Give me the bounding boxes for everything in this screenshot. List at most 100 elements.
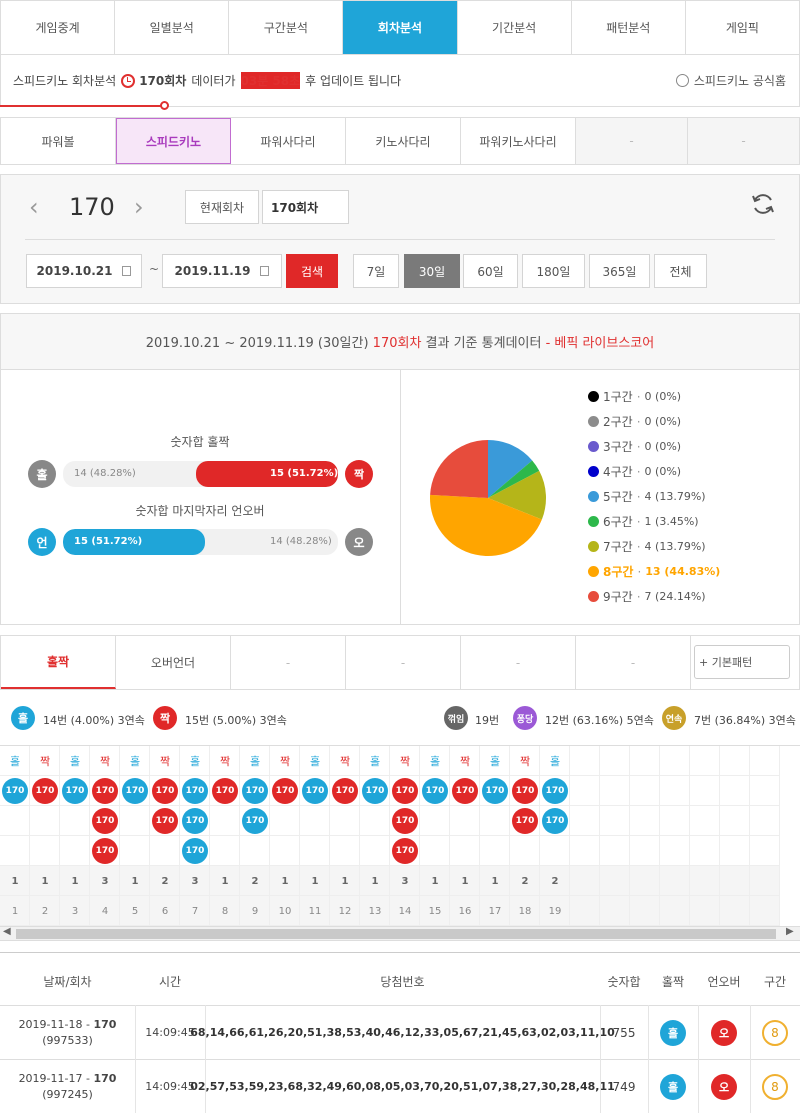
divider	[648, 1005, 649, 1113]
cell-oddeven: 홀	[648, 1060, 698, 1113]
period-180d[interactable]: 180일	[522, 254, 585, 288]
pattern-tab-oddeven[interactable]: 홀짝	[1, 636, 116, 689]
grid-col-count: 2	[251, 876, 259, 887]
result-ball: 170	[182, 838, 208, 864]
grid-cell	[300, 806, 330, 836]
game-tab-powerball[interactable]: 파워볼	[1, 118, 116, 164]
legend-zone: 2구간	[603, 415, 633, 429]
tab-live[interactable]: 게임중계	[1, 1, 116, 54]
grid-cell	[450, 806, 480, 836]
legend-dot	[588, 466, 599, 477]
start-date-input[interactable]: 2019.10.21	[26, 254, 142, 288]
tab-round[interactable]: 회차분석	[343, 1, 458, 54]
main-nav: 게임중계 일별분석 구간분석 회차분석 기간분석 패턴분석 게임픽	[0, 0, 800, 55]
result-ball: 170	[92, 778, 118, 804]
scroll-right-arrow[interactable]: ▶	[786, 926, 794, 937]
grid-col-count: 3	[191, 876, 199, 887]
legend-dot	[588, 391, 599, 402]
grid-cell	[630, 806, 660, 836]
grid-cell	[660, 836, 690, 866]
game-tab-keno-ladder[interactable]: 키노사다리	[346, 118, 461, 164]
grid-cell	[570, 896, 600, 926]
grid-col-count: 3	[101, 876, 109, 887]
grid-col-index: 18	[518, 906, 532, 917]
grid-cell	[240, 836, 270, 866]
period-365d[interactable]: 365일	[589, 254, 650, 288]
stats-header: 2019.10.21 ~ 2019.11.19 (30일간) 170회차 결과 …	[0, 313, 800, 370]
grid-cell	[0, 836, 30, 866]
calendar-icon	[122, 266, 132, 276]
grid-col-index: 19	[548, 906, 562, 917]
result-ball: 170	[392, 838, 418, 864]
prev-round-arrow[interactable]: ‹	[29, 193, 39, 221]
official-home-link[interactable]: 스피드키노 공식홈	[675, 72, 786, 89]
current-round-button[interactable]: 현재회차	[185, 190, 259, 224]
grid-col-header: 짝	[459, 755, 471, 768]
pattern-tab-empty: -	[231, 636, 346, 689]
tab-daily[interactable]: 일별분석	[115, 1, 230, 54]
even-summary-icon: 짝	[153, 706, 177, 730]
grid-col-index: 2	[41, 906, 49, 917]
pattern-tab-overunder[interactable]: 오버언더	[116, 636, 231, 689]
grid-cell	[210, 836, 240, 866]
game-tab-power-ladder[interactable]: 파워사다리	[231, 118, 346, 164]
period-60d[interactable]: 60일	[463, 254, 518, 288]
legend-dot	[588, 441, 599, 452]
legend-dot	[588, 541, 599, 552]
grid-cell	[660, 806, 690, 836]
round-panel: ‹ 170 › 현재회차 170회차 2019.10.21 ~ 2019.11.…	[0, 174, 800, 304]
legend-value: 0 (0%)	[644, 415, 682, 428]
row-id: (997245)	[42, 1087, 93, 1101]
grid-cell	[630, 866, 660, 896]
period-7d[interactable]: 7일	[353, 254, 399, 288]
divider	[400, 370, 401, 624]
grid-cell	[150, 836, 180, 866]
search-button[interactable]: 검색	[286, 254, 338, 288]
grid-cell	[690, 746, 720, 776]
game-tab-speedkeno[interactable]: 스피드키노	[116, 118, 231, 164]
result-ball: 170	[422, 778, 448, 804]
grid-cell	[480, 806, 510, 836]
grid-cell	[570, 806, 600, 836]
basic-pattern-button[interactable]: + 기본패턴	[694, 645, 790, 679]
end-date-input[interactable]: 2019.11.19	[162, 254, 282, 288]
tab-period[interactable]: 기간분석	[458, 1, 572, 54]
grid-cell	[720, 866, 750, 896]
refresh-icon[interactable]	[750, 191, 776, 217]
grid-col-header: 홀	[189, 755, 201, 768]
oddeven-title: 숫자합 홀짝	[170, 435, 230, 449]
break-summary-icon: 꺾임	[444, 706, 468, 730]
grid-cell	[660, 896, 690, 926]
pong-summary-text: 12번 (63.16%) 5연속	[545, 714, 654, 727]
legend-dot	[588, 416, 599, 427]
legend-value: 0 (0%)	[644, 390, 682, 403]
round-input[interactable]: 170회차	[262, 190, 349, 224]
period-all[interactable]: 전체	[654, 254, 707, 288]
scroll-left-arrow[interactable]: ◀	[3, 926, 11, 937]
even-count: 15 (51.72%)	[270, 468, 339, 479]
grid-col-count: 2	[521, 876, 529, 887]
period-30d[interactable]: 30일	[404, 254, 460, 288]
grid-col-header: 짝	[219, 755, 231, 768]
legend-value: 1 (3.45%)	[644, 515, 699, 528]
result-ball: 170	[362, 778, 388, 804]
grid-col-index: 11	[308, 906, 322, 917]
tab-pattern[interactable]: 패턴분석	[572, 1, 686, 54]
over-count: 14 (48.28%)	[270, 536, 332, 547]
legend-value: 13 (44.83%)	[645, 565, 721, 578]
result-ball: 170	[302, 778, 328, 804]
legend-zone: 4구간	[603, 465, 633, 479]
grid-cell	[630, 776, 660, 806]
legend-zone: 7구간	[603, 540, 633, 554]
tab-gamepick[interactable]: 게임픽	[686, 1, 799, 54]
grid-col-index: 14	[398, 906, 412, 917]
next-round-arrow[interactable]: ›	[134, 193, 144, 221]
col-sum: 숫자합	[607, 974, 641, 989]
tab-zone[interactable]: 구간분석	[229, 1, 344, 54]
scrollbar-thumb[interactable]	[16, 929, 776, 939]
grid-cell	[480, 836, 510, 866]
game-tab-powerkeno-ladder[interactable]: 파워키노사다리	[461, 118, 576, 164]
col-underover: 언오버	[707, 974, 741, 989]
grid-cell	[750, 836, 780, 866]
grid-cell	[300, 836, 330, 866]
